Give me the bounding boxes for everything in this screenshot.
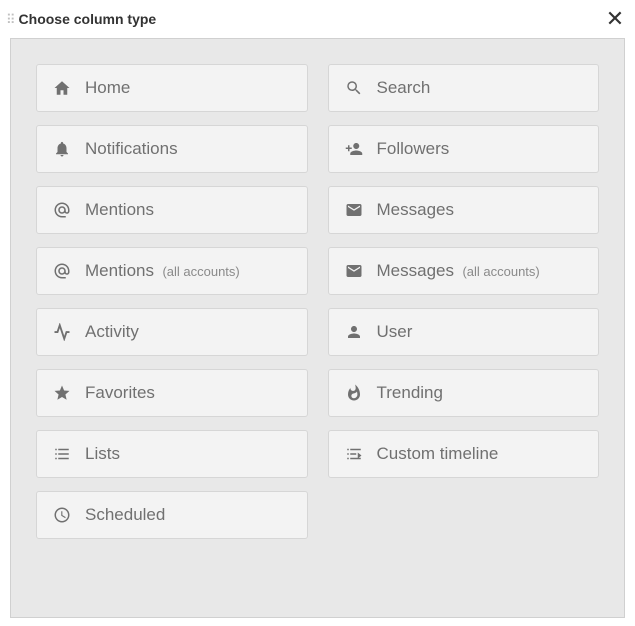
at-icon xyxy=(52,200,72,220)
option-label: Notifications xyxy=(85,139,178,159)
option-label: Messages xyxy=(377,200,454,220)
star-icon xyxy=(52,383,72,403)
option-label: Favorites xyxy=(85,383,155,403)
timeline-icon xyxy=(344,444,364,464)
header-left: ⠿ Choose column type xyxy=(6,11,156,27)
bell-icon xyxy=(52,139,72,159)
option-user[interactable]: User xyxy=(328,308,600,356)
option-label: Custom timeline xyxy=(377,444,499,464)
option-sublabel: (all accounts) xyxy=(462,264,539,279)
envelope-icon xyxy=(344,200,364,220)
column-type-panel: Home Search Notifications Followers Ment xyxy=(10,38,625,618)
envelope-icon xyxy=(344,261,364,281)
dialog-title: Choose column type xyxy=(19,11,157,27)
option-messages[interactable]: Messages xyxy=(328,186,600,234)
option-label: User xyxy=(377,322,413,342)
add-user-icon xyxy=(344,139,364,159)
option-sublabel: (all accounts) xyxy=(162,264,239,279)
flame-icon xyxy=(344,383,364,403)
option-lists[interactable]: Lists xyxy=(36,430,308,478)
option-label-wrap: Mentions (all accounts) xyxy=(85,261,240,281)
option-label: Followers xyxy=(377,139,450,159)
option-label: Trending xyxy=(377,383,443,403)
option-label: Home xyxy=(85,78,130,98)
search-icon xyxy=(344,78,364,98)
option-label: Lists xyxy=(85,444,120,464)
clock-icon xyxy=(52,505,72,525)
home-icon xyxy=(52,78,72,98)
option-trending[interactable]: Trending xyxy=(328,369,600,417)
list-icon xyxy=(52,444,72,464)
option-activity[interactable]: Activity xyxy=(36,308,308,356)
option-label: Search xyxy=(377,78,431,98)
option-search[interactable]: Search xyxy=(328,64,600,112)
option-favorites[interactable]: Favorites xyxy=(36,369,308,417)
option-label: Scheduled xyxy=(85,505,165,525)
option-label-wrap: Messages (all accounts) xyxy=(377,261,540,281)
option-home[interactable]: Home xyxy=(36,64,308,112)
option-label: Activity xyxy=(85,322,139,342)
option-followers[interactable]: Followers xyxy=(328,125,600,173)
option-mentions-all[interactable]: Mentions (all accounts) xyxy=(36,247,308,295)
option-messages-all[interactable]: Messages (all accounts) xyxy=(328,247,600,295)
user-icon xyxy=(344,322,364,342)
option-mentions[interactable]: Mentions xyxy=(36,186,308,234)
option-notifications[interactable]: Notifications xyxy=(36,125,308,173)
option-label: Messages xyxy=(377,261,454,280)
option-custom-timeline[interactable]: Custom timeline xyxy=(328,430,600,478)
close-icon[interactable]: ✕ xyxy=(605,8,625,30)
option-label: Mentions xyxy=(85,200,154,220)
option-scheduled[interactable]: Scheduled xyxy=(36,491,308,539)
activity-icon xyxy=(52,322,72,342)
at-icon xyxy=(52,261,72,281)
dialog-header: ⠿ Choose column type ✕ xyxy=(0,0,635,38)
column-type-grid: Home Search Notifications Followers Ment xyxy=(36,64,599,539)
option-label: Mentions xyxy=(85,261,154,280)
drag-handle-icon[interactable]: ⠿ xyxy=(6,13,13,26)
